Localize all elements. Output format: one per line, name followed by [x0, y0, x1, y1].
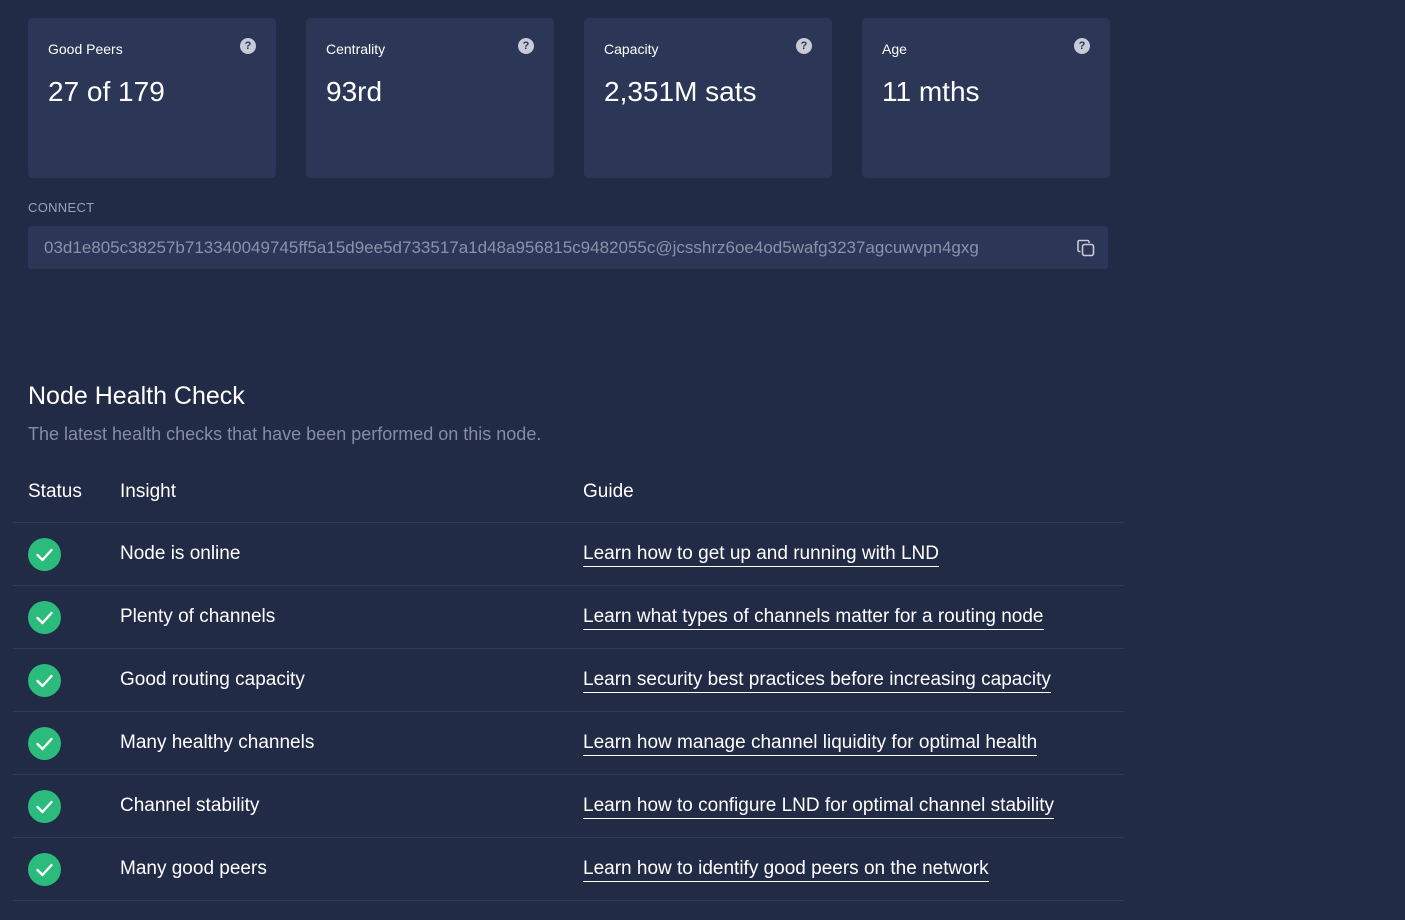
copy-icon[interactable] [1076, 238, 1096, 258]
column-header-insight: Insight [120, 481, 176, 502]
stat-card-centrality: Centrality 93rd ? [306, 18, 554, 178]
insight-text: Plenty of channels [120, 606, 276, 627]
table-row: Node is online Learn how to get up and r… [13, 523, 1124, 586]
table-header: Status Insight Guide [13, 472, 1124, 523]
guide-link[interactable]: Learn what types of channels matter for … [583, 606, 1044, 630]
stat-card-capacity: Capacity 2,351M sats ? [584, 18, 832, 178]
help-icon[interactable]: ? [796, 38, 812, 54]
stat-label: Age [882, 41, 907, 57]
guide-link[interactable]: Learn security best practices before inc… [583, 669, 1051, 693]
table-row: Many healthy channels Learn how manage c… [13, 712, 1124, 775]
stat-value: 93rd [326, 76, 383, 107]
health-check-title: Node Health Check [28, 382, 245, 410]
health-check-table: Status Insight Guide Node is online Lear… [13, 472, 1124, 901]
insight-text: Many healthy channels [120, 732, 315, 753]
table-row: Good routing capacity Learn security bes… [13, 649, 1124, 712]
check-circle-icon [28, 790, 61, 823]
stat-label: Good Peers [48, 41, 123, 57]
check-circle-icon [28, 601, 61, 634]
connect-uri[interactable]: 03d1e805c38257b713340049745ff5a15d9ee5d7… [44, 238, 1062, 258]
stat-value: 27 of 179 [48, 76, 165, 107]
stat-value: 2,351M sats [604, 76, 757, 107]
stat-label: Capacity [604, 41, 659, 57]
column-header-guide: Guide [583, 481, 634, 502]
guide-link[interactable]: Learn how manage channel liquidity for o… [583, 732, 1038, 756]
guide-link[interactable]: Learn how to get up and running with LND [583, 543, 939, 567]
help-icon[interactable]: ? [240, 38, 256, 54]
stat-value: 11 mths [882, 76, 980, 107]
insight-text: Good routing capacity [120, 669, 305, 690]
table-row: Many good peers Learn how to identify go… [13, 838, 1124, 901]
check-circle-icon [28, 853, 61, 886]
table-row: Channel stability Learn how to configure… [13, 775, 1124, 838]
node-details-page: Good Peers 27 of 179 ? Centrality 93rd ?… [0, 0, 1405, 920]
stat-card-good-peers: Good Peers 27 of 179 ? [28, 18, 276, 178]
help-icon[interactable]: ? [518, 38, 534, 54]
check-circle-icon [28, 664, 61, 697]
stat-label: Centrality [326, 41, 386, 57]
stat-cards: Good Peers 27 of 179 ? Centrality 93rd ?… [28, 18, 1110, 178]
connect-label: CONNECT [28, 200, 95, 215]
insight-text: Many good peers [120, 858, 267, 879]
insight-text: Channel stability [120, 795, 260, 816]
table-row: Plenty of channels Learn what types of c… [13, 586, 1124, 649]
help-icon[interactable]: ? [1074, 38, 1090, 54]
health-check-subtitle: The latest health checks that have been … [28, 424, 542, 444]
connect-field[interactable]: 03d1e805c38257b713340049745ff5a15d9ee5d7… [28, 226, 1108, 269]
insight-text: Node is online [120, 543, 241, 564]
stat-card-age: Age 11 mths ? [862, 18, 1110, 178]
check-circle-icon [28, 538, 61, 571]
column-header-status: Status [28, 481, 82, 502]
check-circle-icon [28, 727, 61, 760]
guide-link[interactable]: Learn how to configure LND for optimal c… [583, 795, 1055, 819]
guide-link[interactable]: Learn how to identify good peers on the … [583, 858, 989, 882]
